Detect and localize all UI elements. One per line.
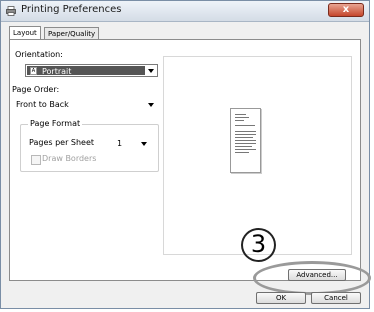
cancel-button[interactable]: Cancel — [311, 292, 361, 304]
callout-number-badge: 3 — [241, 228, 276, 262]
page-format-group: Page Format Pages per Sheet 1 Draw Borde… — [20, 119, 159, 172]
tab-layout[interactable]: Layout — [9, 26, 41, 40]
title-bar: Printing Preferences x — [1, 1, 369, 22]
printer-icon — [6, 6, 16, 16]
draw-borders-checkbox[interactable] — [31, 155, 41, 165]
chevron-down-icon — [148, 69, 154, 73]
page-order-value: Front to Back — [16, 100, 69, 109]
close-button[interactable]: x — [328, 3, 364, 17]
layout-preview — [163, 56, 352, 255]
orientation-value: Portrait — [42, 67, 72, 76]
pages-per-sheet-label: Pages per Sheet — [29, 138, 95, 147]
orientation-select[interactable]: A Portrait — [25, 64, 158, 77]
page-preview-document — [230, 108, 261, 173]
advanced-highlight-ellipse — [253, 261, 371, 295]
chevron-down-icon — [141, 142, 147, 146]
portrait-icon: A — [30, 67, 37, 75]
page-order-select[interactable]: Front to Back — [12, 98, 158, 111]
draw-borders-label: Draw Borders — [42, 154, 97, 163]
pages-per-sheet-select[interactable]: 1 — [109, 137, 151, 150]
window-title: Printing Preferences — [21, 4, 122, 15]
pages-per-sheet-value: 1 — [117, 139, 123, 148]
orientation-selected-item: A Portrait — [27, 66, 145, 76]
tab-paper-quality[interactable]: Paper/Quality — [44, 27, 100, 39]
chevron-down-icon — [148, 103, 154, 107]
page-order-label: Page Order: — [12, 85, 60, 94]
page-format-title: Page Format — [28, 119, 83, 128]
printing-preferences-dialog: Printing Preferences x Layout Paper/Qual… — [0, 0, 371, 309]
ok-button[interactable]: OK — [256, 292, 306, 304]
orientation-label: Orientation: — [15, 50, 63, 59]
